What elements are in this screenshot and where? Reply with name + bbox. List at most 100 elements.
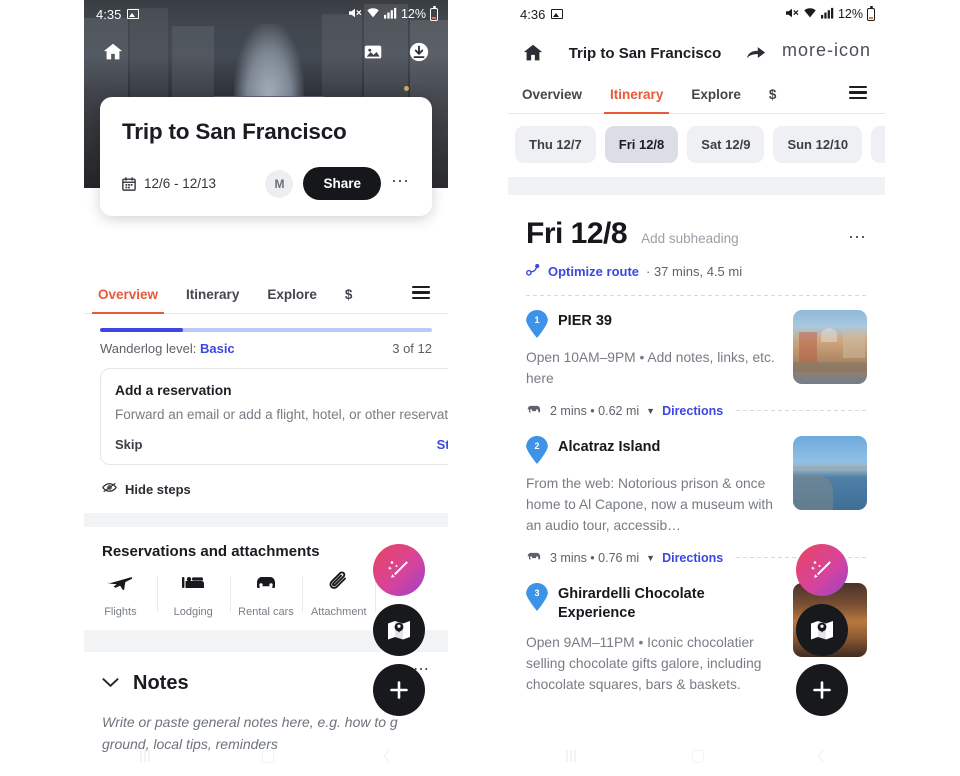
home-icon[interactable] [261, 749, 274, 763]
tab-budget[interactable]: $ [345, 287, 353, 313]
reservation-label: Attachment [310, 606, 367, 618]
add-subheading-placeholder[interactable]: Add subheading [641, 231, 739, 246]
itinerary-item-2[interactable]: 2 Alcatraz Island From the web: Notoriou… [508, 418, 885, 536]
image-icon [127, 9, 140, 19]
back-icon[interactable] [382, 750, 395, 762]
page-title: Trip to San Francisco [122, 119, 347, 144]
avatar[interactable]: M [265, 169, 294, 198]
tab-overview[interactable]: Overview [91, 287, 165, 314]
place-name[interactable]: PIER 39 [558, 310, 612, 331]
date-chip-sat[interactable]: Sat 12/9 [687, 126, 765, 163]
itinerary-item-1[interactable]: 1 PIER 39 Open 10AM–9PM • Add notes, lin… [508, 296, 885, 389]
mute-icon [785, 7, 799, 22]
more-options-icon[interactable]: more-icon [782, 41, 871, 61]
android-nav-bar-left [84, 736, 448, 776]
hide-steps-button[interactable]: Hide steps [84, 465, 448, 497]
step-card-add-reservation[interactable]: Add a reservation Forward an email or ad… [100, 368, 448, 465]
tab-itinerary[interactable]: Itinerary [604, 87, 670, 114]
travel-duration: 3 mins • 0.76 mi [550, 550, 640, 565]
place-thumbnail[interactable] [793, 310, 867, 384]
step-description: Forward an email or add a flight, hotel,… [115, 407, 448, 422]
tab-itinerary[interactable]: Itinerary [186, 287, 239, 313]
reservation-label: Flights [104, 606, 137, 618]
trip-date-range: 12/6 - 12/13 [144, 176, 217, 191]
place-name[interactable]: Ghirardelli Chocolate Experience [558, 583, 748, 623]
airplane-icon [107, 570, 133, 599]
eye-off-icon [102, 481, 117, 497]
pin-number: 3 [534, 587, 540, 598]
start-link[interactable]: Start [437, 437, 448, 452]
tab-overview[interactable]: Overview [522, 87, 582, 113]
directions-link[interactable]: Directions [662, 404, 723, 418]
reservation-label: Lodging [173, 606, 213, 618]
home-icon[interactable] [691, 749, 704, 763]
chevron-down-icon[interactable]: ▼ [646, 406, 655, 416]
reservation-attachment[interactable]: Attachment [302, 570, 375, 618]
fab-more-dots-left[interactable]: ⋯ [413, 662, 430, 678]
wanderlog-level-label: Wanderlog level: [100, 341, 200, 356]
section-divider [508, 177, 885, 195]
place-thumbnail[interactable] [793, 436, 867, 510]
chevron-down-icon[interactable] [102, 675, 119, 692]
reservation-flights[interactable]: Flights [84, 570, 157, 618]
tab-bar-left: Overview Itinerary Explore $ [84, 272, 448, 314]
signal-icon [820, 7, 834, 22]
battery-icon [430, 5, 438, 21]
reservation-lodging[interactable]: Lodging [156, 570, 230, 618]
dashed-divider [736, 410, 867, 411]
pin-number: 1 [534, 314, 540, 325]
date-chips-row[interactable]: Thu 12/7 Fri 12/8 Sat 12/9 Sun 12/10 Mon… [508, 114, 885, 177]
download-icon[interactable] [408, 41, 430, 63]
date-chip-fri-selected[interactable]: Fri 12/8 [604, 126, 679, 163]
share-button[interactable]: Share [303, 167, 381, 200]
directions-link[interactable]: Directions [662, 551, 723, 565]
magic-wand-fab-right[interactable] [796, 544, 848, 596]
tab-budget[interactable]: $ [769, 87, 777, 113]
travel-duration: 2 mins • 0.62 mi [550, 403, 640, 418]
page-title: Trip to San Francisco [568, 44, 722, 62]
menu-icon[interactable] [849, 85, 867, 100]
tab-explore[interactable]: Explore [267, 287, 317, 313]
optimize-route-link[interactable]: Optimize route [548, 264, 639, 279]
place-description[interactable]: Open 9AM–11PM • Iconic chocolatier selli… [526, 632, 781, 695]
place-description[interactable]: From the web: Notorious prison & once ho… [526, 473, 781, 536]
map-fab-left[interactable] [373, 604, 425, 656]
image-icon[interactable] [362, 41, 384, 63]
date-chip-sun[interactable]: Sun 12/10 [773, 126, 863, 163]
recents-icon[interactable] [565, 750, 577, 762]
place-name[interactable]: Alcatraz Island [558, 436, 660, 457]
onboarding-steps: Add a reservation Forward an email or ad… [84, 356, 448, 465]
skip-link[interactable]: Skip [115, 437, 142, 452]
calendar-icon [122, 176, 136, 191]
back-icon[interactable] [817, 750, 829, 762]
menu-icon[interactable] [412, 285, 430, 300]
map-fab-right[interactable] [796, 604, 848, 656]
home-icon[interactable] [102, 41, 124, 63]
map-pin-icon: 1 [526, 310, 548, 338]
reservation-rental-cars[interactable]: Rental cars [229, 570, 303, 618]
date-chip-mon[interactable]: Mon 12/1 [871, 126, 885, 163]
status-time: 4:35 [96, 6, 122, 22]
recents-icon[interactable] [139, 750, 151, 762]
android-nav-bar-right [508, 736, 885, 776]
wanderlog-level-value[interactable]: Basic [200, 341, 235, 356]
status-bar-left: 4:35 12% [84, 0, 448, 28]
magic-wand-fab-left[interactable] [373, 544, 425, 596]
phone-left-overview: 4:35 12% Trip to San Francisco 12/6 - 12… [84, 0, 448, 776]
place-description[interactable]: Open 10AM–9PM • Add notes, links, etc. h… [526, 347, 781, 389]
phone-right-itinerary: 4:36 12% Trip to San Francisco more-icon… [508, 0, 885, 776]
share-icon[interactable] [746, 44, 766, 62]
step-title: Add a reservation [115, 383, 232, 398]
screenshot-stage: 4:35 12% Trip to San Francisco 12/6 - 12… [0, 0, 960, 776]
more-options-icon[interactable]: ⋯ [391, 172, 410, 192]
add-fab-right[interactable] [796, 664, 848, 716]
chevron-down-icon[interactable]: ▼ [646, 553, 655, 563]
app-bar-right: Trip to San Francisco more-icon [508, 28, 885, 72]
day-more-options-icon[interactable]: ⋯ [848, 228, 867, 246]
home-icon[interactable] [522, 42, 544, 64]
map-pin-icon: 2 [526, 436, 548, 464]
trip-dates[interactable]: 12/6 - 12/13 [122, 176, 216, 191]
date-chip-thu[interactable]: Thu 12/7 [515, 126, 596, 163]
hide-steps-label: Hide steps [125, 481, 191, 497]
tab-explore[interactable]: Explore [691, 87, 741, 113]
